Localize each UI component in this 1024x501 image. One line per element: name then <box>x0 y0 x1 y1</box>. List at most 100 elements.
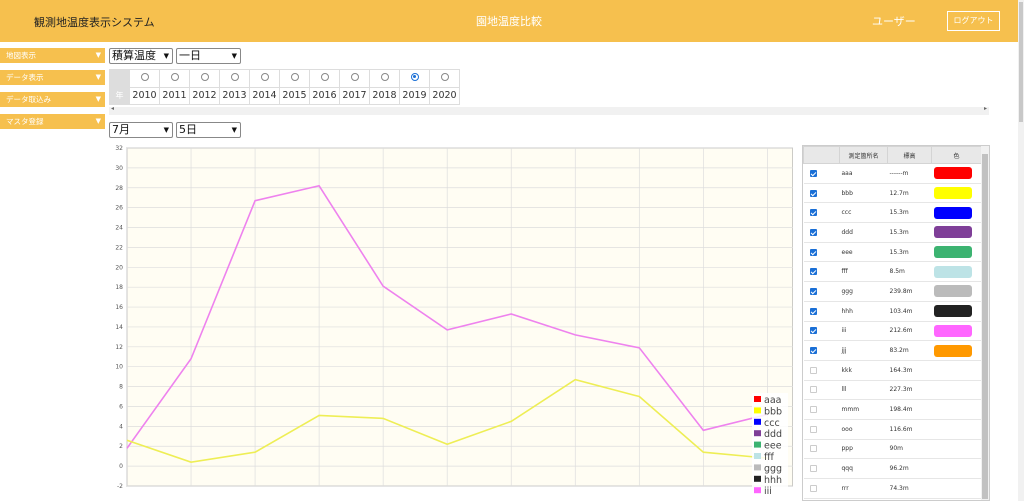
radio-icon[interactable] <box>380 72 389 81</box>
station-color-cell[interactable] <box>931 478 982 499</box>
page-scrollbar-thumb[interactable] <box>1019 2 1023 122</box>
month-select[interactable]: 7月 ▼ <box>109 122 173 138</box>
radio-icon[interactable] <box>290 72 299 81</box>
radio-icon[interactable] <box>200 72 209 81</box>
checkbox-icon[interactable] <box>809 425 817 433</box>
user-label[interactable]: ユーザー <box>872 13 916 29</box>
row-checkbox-cell[interactable] <box>803 281 840 302</box>
year-radio-2013[interactable] <box>219 69 250 88</box>
station-color-cell[interactable] <box>931 399 982 420</box>
checkbox-icon[interactable] <box>809 169 817 177</box>
color-swatch[interactable] <box>933 344 972 357</box>
color-swatch[interactable] <box>933 246 972 259</box>
checkbox-icon[interactable] <box>809 465 817 473</box>
sidebar-item-data-import[interactable]: データ取込み ▼ <box>0 92 105 107</box>
station-color-cell[interactable] <box>931 340 982 361</box>
day-select[interactable]: 5日 ▼ <box>176 122 241 138</box>
radio-icon[interactable] <box>260 72 269 81</box>
radio-icon[interactable] <box>320 72 329 81</box>
station-color-cell[interactable] <box>931 301 982 322</box>
checkbox-icon[interactable] <box>809 287 817 295</box>
station-color-cell[interactable] <box>931 458 982 479</box>
year-radio-2016[interactable] <box>309 69 340 88</box>
row-checkbox-cell[interactable] <box>803 261 840 283</box>
row-checkbox-cell[interactable] <box>803 360 840 381</box>
row-checkbox-cell[interactable] <box>803 380 840 401</box>
year-radio-2020[interactable] <box>429 69 460 88</box>
station-color-cell[interactable] <box>931 439 982 460</box>
page-scrollbar[interactable] <box>1018 0 1024 501</box>
color-swatch[interactable] <box>933 285 972 298</box>
row-checkbox-cell[interactable] <box>803 478 840 499</box>
row-checkbox-cell[interactable] <box>803 321 840 342</box>
row-checkbox-cell[interactable] <box>803 163 840 184</box>
checkbox-icon[interactable] <box>809 327 817 335</box>
station-color-cell[interactable] <box>931 321 982 342</box>
station-color-cell[interactable] <box>931 281 982 302</box>
checkbox-icon[interactable] <box>809 366 817 374</box>
station-table-scrollbar-thumb[interactable] <box>982 154 988 499</box>
year-radio-2018[interactable] <box>369 69 400 88</box>
checkbox-icon[interactable] <box>809 248 817 256</box>
checkbox-icon[interactable] <box>809 307 817 315</box>
year-radio-2019[interactable] <box>399 69 430 88</box>
station-color-cell[interactable] <box>931 261 982 283</box>
year-radio-2011[interactable] <box>159 69 190 88</box>
year-radio-2014[interactable] <box>249 69 280 88</box>
station-color-cell[interactable] <box>931 202 982 224</box>
row-checkbox-cell[interactable] <box>803 340 840 361</box>
radio-icon[interactable] <box>350 72 359 81</box>
checkbox-icon[interactable] <box>809 209 817 217</box>
sidebar-item-data-view[interactable]: データ表示 ▼ <box>0 70 105 85</box>
station-color-cell[interactable] <box>931 183 982 204</box>
period-select[interactable]: 一日 ▼ <box>176 48 241 64</box>
color-swatch[interactable] <box>933 226 972 239</box>
color-swatch[interactable] <box>933 305 972 318</box>
scroll-left-icon[interactable]: ◂ <box>111 105 114 112</box>
color-swatch[interactable] <box>933 167 972 180</box>
station-color-cell[interactable] <box>931 163 982 184</box>
checkbox-icon[interactable] <box>809 189 817 197</box>
row-checkbox-cell[interactable] <box>803 439 840 460</box>
station-color-cell[interactable] <box>931 360 982 381</box>
checkbox-icon[interactable] <box>809 386 817 394</box>
row-checkbox-cell[interactable] <box>803 458 840 479</box>
station-color-cell[interactable] <box>931 419 982 440</box>
color-swatch[interactable] <box>933 187 972 200</box>
color-swatch[interactable] <box>933 265 972 278</box>
sidebar-item-map[interactable]: 地図表示 ▼ <box>0 48 105 63</box>
scroll-right-icon[interactable]: ▸ <box>984 105 987 112</box>
station-table-scrollbar[interactable] <box>981 146 989 500</box>
station-color-cell[interactable] <box>931 242 982 263</box>
checkbox-icon[interactable] <box>809 484 817 492</box>
checkbox-icon[interactable] <box>809 347 817 355</box>
year-radio-2012[interactable] <box>189 69 220 88</box>
radio-icon[interactable] <box>230 72 239 81</box>
logout-button[interactable]: ログアウト <box>947 11 1000 31</box>
year-radio-2015[interactable] <box>279 69 310 88</box>
checkbox-icon[interactable] <box>809 228 817 236</box>
radio-icon[interactable] <box>440 72 449 81</box>
radio-selected-icon[interactable] <box>410 72 419 81</box>
station-color-cell[interactable] <box>931 222 982 243</box>
checkbox-icon[interactable] <box>809 268 817 276</box>
checkbox-icon[interactable] <box>809 445 817 453</box>
row-checkbox-cell[interactable] <box>803 419 840 440</box>
row-checkbox-cell[interactable] <box>803 202 840 224</box>
row-checkbox-cell[interactable] <box>803 301 840 322</box>
year-radio-2017[interactable] <box>339 69 370 88</box>
mode-select[interactable]: 積算温度 ▼ <box>109 48 173 64</box>
station-color-cell[interactable] <box>931 380 982 401</box>
color-swatch[interactable] <box>933 324 972 337</box>
radio-icon[interactable] <box>170 72 179 81</box>
row-checkbox-cell[interactable] <box>803 242 840 263</box>
year-horizontal-scrollbar[interactable]: ◂ ▸ <box>109 105 989 115</box>
checkbox-icon[interactable] <box>809 406 817 414</box>
row-checkbox-cell[interactable] <box>803 183 840 204</box>
sidebar-item-master[interactable]: マスタ登録 ▼ <box>0 114 105 129</box>
row-checkbox-cell[interactable] <box>803 399 840 420</box>
row-checkbox-cell[interactable] <box>803 222 840 243</box>
year-radio-2010[interactable] <box>129 69 160 88</box>
color-swatch[interactable] <box>933 206 972 219</box>
radio-icon[interactable] <box>140 72 149 81</box>
